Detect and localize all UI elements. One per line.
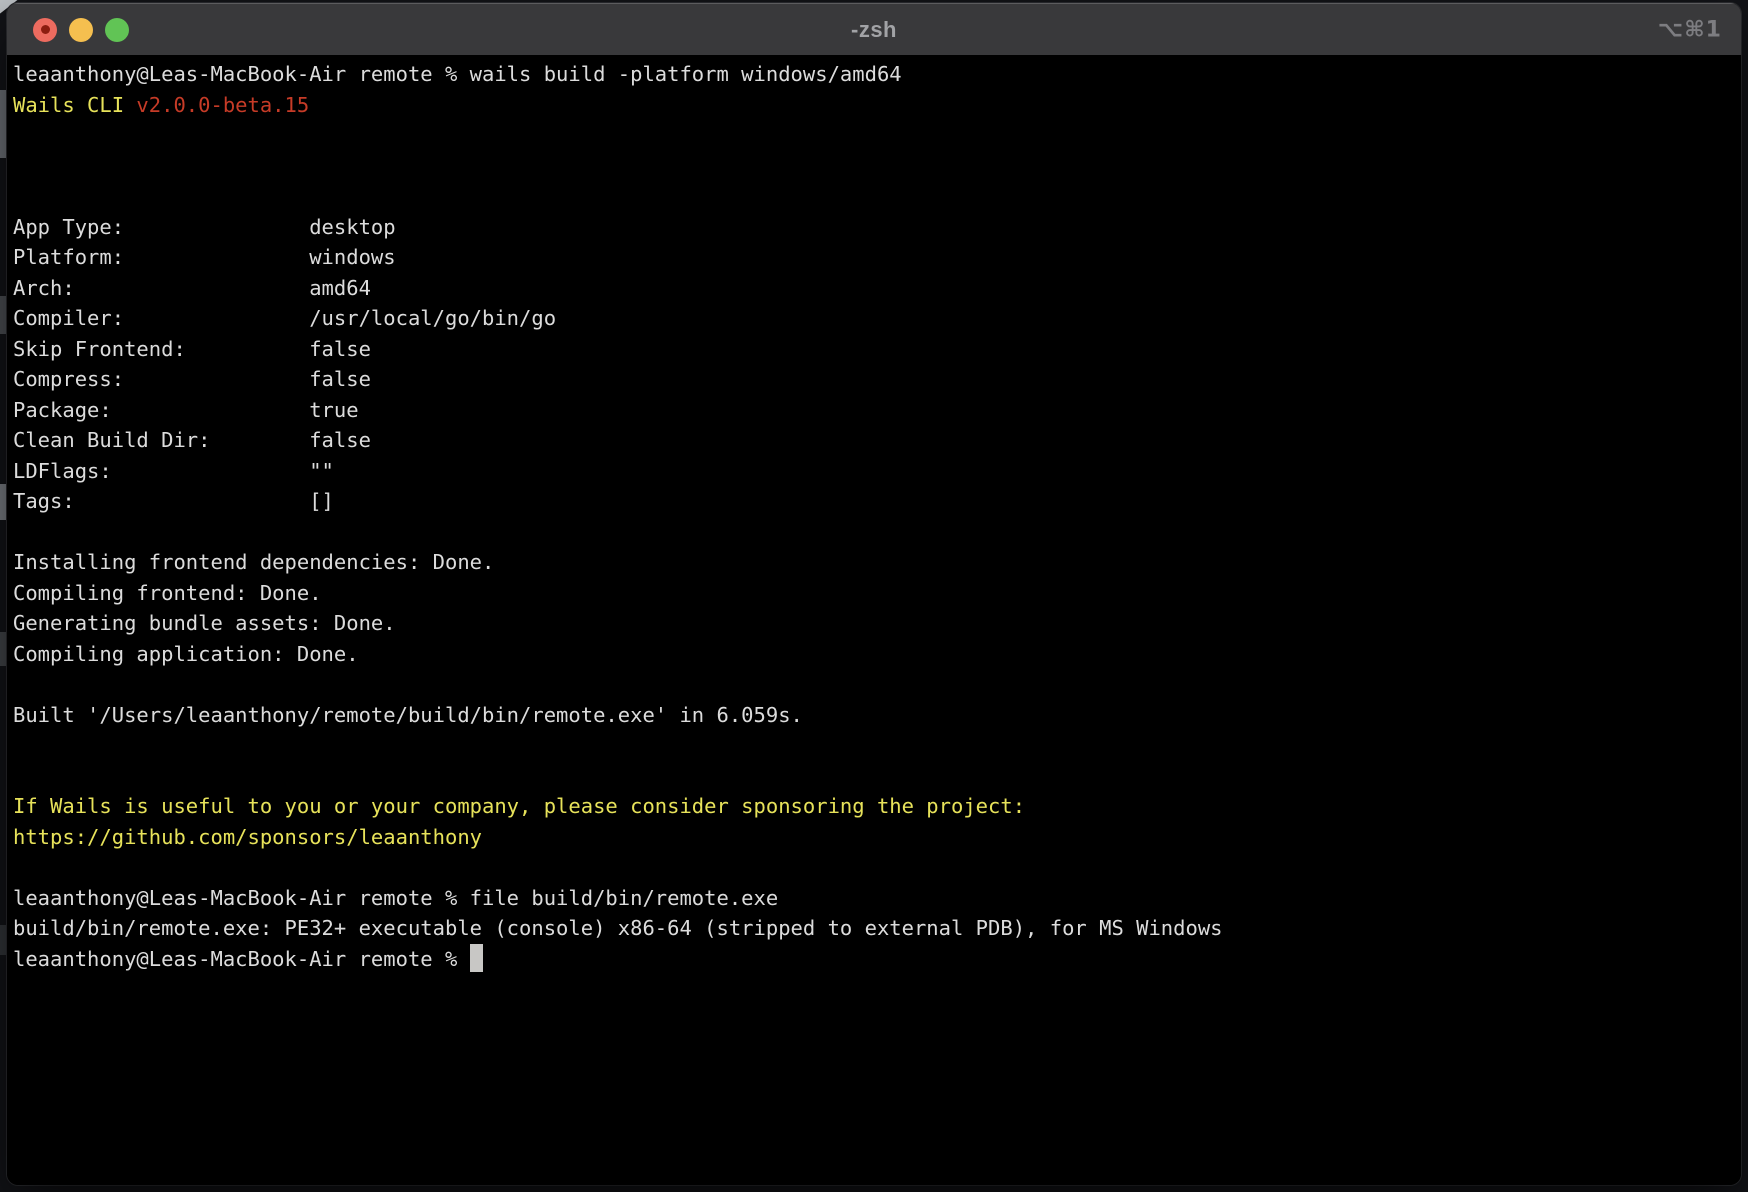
terminal-line: Clean Build Dir: false xyxy=(13,425,1735,456)
terminal-text-segment: leaanthony@Leas-MacBook-Air remote % xyxy=(13,947,470,971)
terminal-text-segment: v2.0.0-beta.15 xyxy=(136,93,309,117)
terminal-text-segment: Clean Build Dir: false xyxy=(13,428,371,452)
tab-shortcut-badge: ⌥⌘1 xyxy=(1658,17,1722,42)
terminal-line: Compress: false xyxy=(13,364,1735,395)
terminal-text-segment xyxy=(13,154,25,178)
terminal-text-segment xyxy=(13,123,25,147)
terminal-text-segment: build/bin/remote.exe: PE32+ executable (… xyxy=(13,916,1223,940)
terminal-line: LDFlags: "" xyxy=(13,456,1735,487)
terminal-text-segment xyxy=(13,672,25,696)
terminal-text-segment: App Type: desktop xyxy=(13,215,396,239)
background-window-sliver xyxy=(0,925,6,955)
terminal-line: Arch: amd64 xyxy=(13,273,1735,304)
traffic-lights xyxy=(33,18,129,42)
terminal-text-segment: Compiling application: Done. xyxy=(13,642,359,666)
terminal-line: Package: true xyxy=(13,395,1735,426)
terminal-text-segment: leaanthony@Leas-MacBook-Air remote % wai… xyxy=(13,62,902,86)
terminal-text-segment: Tags: [] xyxy=(13,489,334,513)
terminal-text-segment: Compiling frontend: Done. xyxy=(13,581,322,605)
terminal-text-segment: Installing frontend dependencies: Done. xyxy=(13,550,494,574)
window-titlebar[interactable]: -zsh ⌥⌘1 xyxy=(7,3,1741,55)
terminal-line: leaanthony@Leas-MacBook-Air remote % wai… xyxy=(13,59,1735,90)
terminal-text-segment: LDFlags: "" xyxy=(13,459,334,483)
terminal-text-segment xyxy=(13,733,25,757)
terminal-text-segment xyxy=(13,764,25,788)
background-window-sliver xyxy=(0,484,6,520)
terminal-text-segment: Generating bundle assets: Done. xyxy=(13,611,396,635)
terminal-text-segment xyxy=(13,184,25,208)
terminal-line: If Wails is useful to you or your compan… xyxy=(13,791,1735,822)
terminal-window: -zsh ⌥⌘1 leaanthony@Leas-MacBook-Air rem… xyxy=(7,3,1741,1185)
terminal-output[interactable]: leaanthony@Leas-MacBook-Air remote % wai… xyxy=(7,55,1741,1185)
terminal-line: Compiling frontend: Done. xyxy=(13,578,1735,609)
terminal-line xyxy=(13,761,1735,792)
terminal-text-segment: leaanthony@Leas-MacBook-Air remote % fil… xyxy=(13,886,778,910)
terminal-line: Skip Frontend: false xyxy=(13,334,1735,365)
terminal-text-segment xyxy=(13,520,25,544)
window-title: -zsh xyxy=(7,17,1741,43)
terminal-text-segment: If Wails is useful to you or your compan… xyxy=(13,794,1025,818)
background-window-sliver xyxy=(0,632,6,666)
minimize-button[interactable] xyxy=(69,18,93,42)
terminal-text-segment: Skip Frontend: false xyxy=(13,337,371,361)
zoom-button[interactable] xyxy=(105,18,129,42)
terminal-text-segment: Platform: windows xyxy=(13,245,396,269)
terminal-line: Generating bundle assets: Done. xyxy=(13,608,1735,639)
terminal-text-segment xyxy=(13,855,25,879)
terminal-line xyxy=(13,517,1735,548)
terminal-line: leaanthony@Leas-MacBook-Air remote % fil… xyxy=(13,883,1735,914)
terminal-line: Wails CLI v2.0.0-beta.15 xyxy=(13,90,1735,121)
close-button[interactable] xyxy=(33,18,57,42)
terminal-text-segment: Compiler: /usr/local/go/bin/go xyxy=(13,306,556,330)
terminal-cursor xyxy=(470,944,483,972)
terminal-line xyxy=(13,669,1735,700)
terminal-line: Compiler: /usr/local/go/bin/go xyxy=(13,303,1735,334)
terminal-line: Built '/Users/leaanthony/remote/build/bi… xyxy=(13,700,1735,731)
background-window-sliver xyxy=(0,90,6,158)
terminal-text-segment: Package: true xyxy=(13,398,359,422)
terminal-line xyxy=(13,730,1735,761)
terminal-line: App Type: desktop xyxy=(13,212,1735,243)
terminal-line xyxy=(13,151,1735,182)
terminal-line: Compiling application: Done. xyxy=(13,639,1735,670)
terminal-text-segment: Wails CLI xyxy=(13,93,136,117)
terminal-line: https://github.com/sponsors/leaanthony xyxy=(13,822,1735,853)
terminal-text-segment: https://github.com/sponsors/leaanthony xyxy=(13,825,482,849)
terminal-text-segment: Compress: false xyxy=(13,367,371,391)
terminal-line: leaanthony@Leas-MacBook-Air remote % xyxy=(13,944,1735,975)
terminal-line: Tags: [] xyxy=(13,486,1735,517)
terminal-line: Platform: windows xyxy=(13,242,1735,273)
terminal-text-segment: Arch: amd64 xyxy=(13,276,371,300)
terminal-line xyxy=(13,852,1735,883)
terminal-line xyxy=(13,181,1735,212)
terminal-line: build/bin/remote.exe: PE32+ executable (… xyxy=(13,913,1735,944)
unsaved-indicator-icon xyxy=(41,25,50,34)
terminal-text-segment: Built '/Users/leaanthony/remote/build/bi… xyxy=(13,703,803,727)
terminal-line: Installing frontend dependencies: Done. xyxy=(13,547,1735,578)
background-window-sliver xyxy=(0,296,6,334)
terminal-line xyxy=(13,120,1735,151)
